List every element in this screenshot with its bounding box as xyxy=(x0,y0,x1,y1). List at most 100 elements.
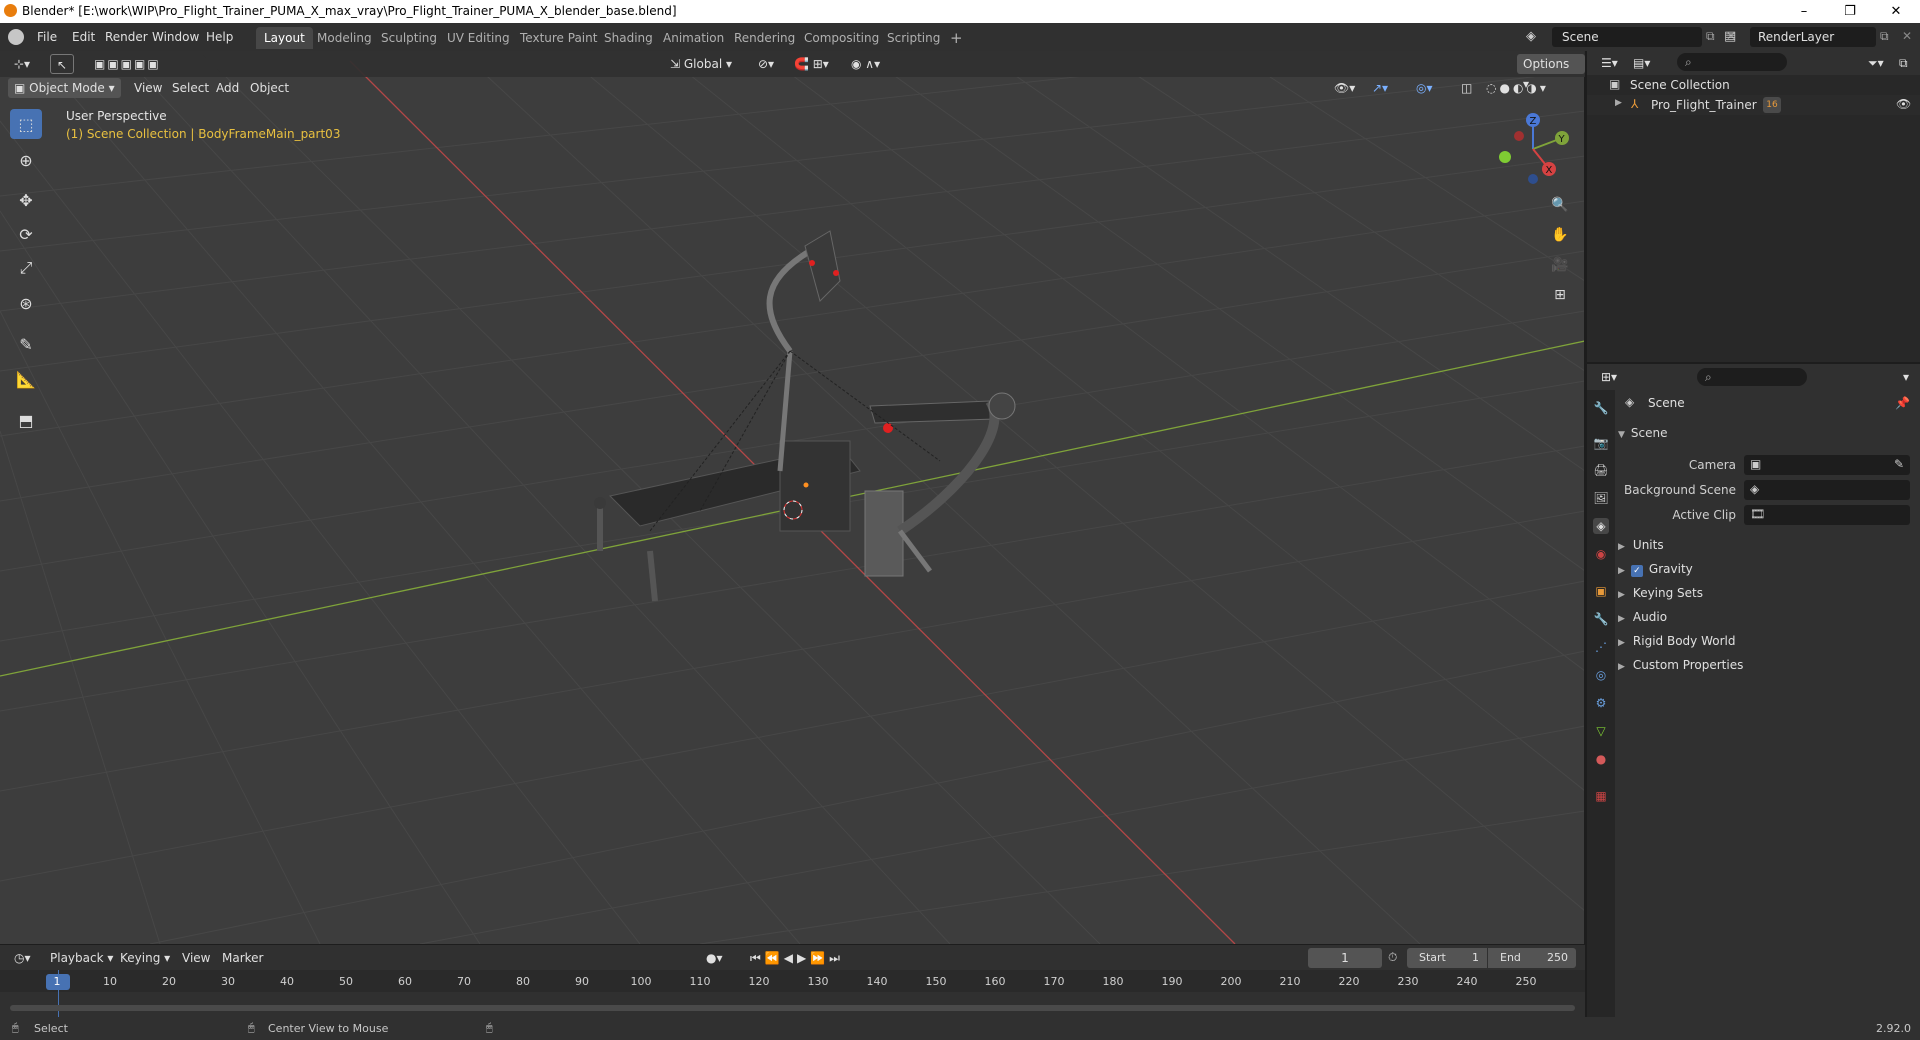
object-tab-icon[interactable]: ▣ xyxy=(1593,583,1609,599)
delete-layer-icon[interactable]: ✕ xyxy=(1902,29,1912,43)
new-collection-icon[interactable]: ⧉ xyxy=(1893,53,1914,73)
proportional-edit-icon[interactable]: ◉ ∧▾ xyxy=(845,54,886,74)
rigid-body-world-subpanel[interactable]: ▶ Rigid Body World xyxy=(1618,631,1735,651)
outliner-item-label[interactable]: Pro_Flight_Trainer xyxy=(1651,98,1757,112)
gravity-checkbox[interactable]: ✓ xyxy=(1630,565,1643,577)
outliner-search-input[interactable]: ⌕ xyxy=(1677,53,1787,71)
properties-options-icon[interactable]: ▾ xyxy=(1897,367,1915,387)
close-button[interactable]: ✕ xyxy=(1873,0,1919,23)
view-layer-icon[interactable]: ▤ xyxy=(1724,29,1736,44)
timeline-type-icon[interactable]: ◷▾ xyxy=(8,948,37,968)
outliner-row[interactable]: ▶ ⅄ Pro_Flight_Trainer 16 👁 xyxy=(1587,95,1920,115)
tab-scripting[interactable]: Scripting xyxy=(879,27,948,49)
measure-icon[interactable]: 📐 xyxy=(10,364,42,394)
selection-modes-icon[interactable]: ▣▣▣▣▣ xyxy=(88,54,167,74)
navigation-gizmo[interactable]: Z Y X xyxy=(1495,111,1575,191)
start-frame-field[interactable]: Start 1 xyxy=(1407,948,1487,968)
playback-menu[interactable]: Playback ▾ xyxy=(44,948,119,968)
tab-texture-paint[interactable]: Texture Paint xyxy=(512,27,605,49)
new-scene-icon[interactable]: ⧉ xyxy=(1706,29,1715,44)
overlay-toggle-icon[interactable]: ◎▾ xyxy=(1410,78,1439,98)
render-tab-icon[interactable]: 📷 xyxy=(1593,435,1609,451)
timeline-scrollbar[interactable] xyxy=(10,1005,1575,1011)
minimize-button[interactable]: – xyxy=(1781,0,1827,23)
scale-icon[interactable]: ⤢ xyxy=(10,253,42,283)
active-clip-field[interactable]: 🎞 xyxy=(1744,505,1910,525)
keying-sets-subpanel[interactable]: ▶ Keying Sets xyxy=(1618,583,1703,603)
current-frame-field[interactable]: 1 xyxy=(1308,948,1382,968)
tab-sculpting[interactable]: Sculpting xyxy=(373,27,445,49)
tab-animation[interactable]: Animation xyxy=(655,27,732,49)
background-scene-field[interactable]: ◈ xyxy=(1744,480,1910,500)
timeline-view-menu[interactable]: View xyxy=(176,948,216,968)
move-icon[interactable]: ✥ xyxy=(10,185,42,215)
3d-viewport[interactable]: User Perspective (1) Scene Collection | … xyxy=(0,51,1585,944)
scene-tab-icon[interactable]: ◈ xyxy=(1593,518,1609,534)
audio-subpanel[interactable]: ▶ Audio xyxy=(1618,607,1667,627)
menu-object[interactable]: Object xyxy=(244,78,295,98)
expand-arrow-icon[interactable]: ▶ xyxy=(1615,98,1622,108)
new-layer-icon[interactable]: ⧉ xyxy=(1880,29,1889,44)
tab-rendering[interactable]: Rendering xyxy=(726,27,803,49)
keying-menu[interactable]: Keying ▾ xyxy=(114,948,176,968)
tool-tab-icon[interactable]: 🔧 xyxy=(1593,400,1609,416)
menu-select[interactable]: Select xyxy=(166,78,215,98)
tab-uv-editing[interactable]: UV Editing xyxy=(439,27,518,49)
playback-controls-icon[interactable]: ⏮⏪◀▶⏩⏭ xyxy=(744,948,850,968)
editor-type-icon[interactable]: ⊹▾ xyxy=(8,54,36,74)
texture-tab-icon[interactable]: ▦ xyxy=(1593,788,1609,804)
camera-field[interactable]: ▣ ✎ xyxy=(1744,455,1910,475)
pivot-icon[interactable]: ⊘▾ xyxy=(752,54,780,74)
menu-edit[interactable]: Edit xyxy=(66,27,101,47)
grid-view-icon[interactable]: ⊞ xyxy=(1548,283,1572,307)
tab-modeling[interactable]: Modeling xyxy=(309,27,380,49)
outliner-type-icon[interactable]: ☰▾ xyxy=(1595,53,1624,73)
properties-search-input[interactable]: ⌕ xyxy=(1697,368,1807,386)
transform-orientation-dropdown[interactable]: ⇲ Global ▾ xyxy=(664,54,738,74)
tab-layout[interactable]: Layout xyxy=(256,27,313,49)
gizmo-toggle-icon[interactable]: ↗▾ xyxy=(1366,78,1394,98)
marker-menu[interactable]: Marker xyxy=(216,948,269,968)
cursor-icon[interactable]: ⊕ xyxy=(10,145,42,175)
add-workspace-button[interactable]: + xyxy=(942,27,971,49)
physics-tab-icon[interactable]: ◎ xyxy=(1593,667,1609,683)
zoom-icon[interactable]: 🔍 xyxy=(1548,193,1572,217)
pin-icon[interactable]: 📌 xyxy=(1895,396,1910,410)
eyedropper-icon[interactable]: ✎ xyxy=(1894,457,1904,471)
material-tab-icon[interactable]: ● xyxy=(1593,751,1609,767)
world-tab-icon[interactable]: ◉ xyxy=(1593,546,1609,562)
options-button[interactable]: Options ▾ xyxy=(1517,54,1585,91)
stopwatch-icon[interactable]: ⏱ xyxy=(1388,950,1397,965)
shading-modes-icon[interactable]: ◌●◐◑▾ xyxy=(1480,78,1555,98)
renderlayer-field[interactable]: RenderLayer xyxy=(1750,27,1876,47)
output-tab-icon[interactable]: 🖨 xyxy=(1593,462,1609,478)
units-subpanel[interactable]: ▶ Units xyxy=(1618,535,1664,555)
view-layer-tab-icon[interactable]: 🖼 xyxy=(1593,490,1609,506)
menu-window[interactable]: Window xyxy=(146,27,205,47)
annotate-icon[interactable]: ✎ xyxy=(10,329,42,359)
menu-help[interactable]: Help xyxy=(200,27,239,47)
select-mode-icon[interactable]: ↖ xyxy=(50,54,75,74)
auto-keying-icon[interactable]: ●▾ xyxy=(700,948,729,968)
particles-tab-icon[interactable]: ⋰ xyxy=(1593,639,1609,655)
menu-add[interactable]: Add xyxy=(210,78,245,98)
maximize-button[interactable]: ❐ xyxy=(1827,0,1873,23)
visibility-icon[interactable]: 👁▾ xyxy=(1328,78,1361,98)
custom-properties-subpanel[interactable]: ▶ Custom Properties xyxy=(1618,655,1743,675)
filter-icon[interactable]: ⏷▾ xyxy=(1862,53,1890,73)
constraints-tab-icon[interactable]: ⚙ xyxy=(1593,695,1609,711)
modifier-tab-icon[interactable]: 🔧 xyxy=(1593,611,1609,627)
scene-selector-icon[interactable]: ◈ xyxy=(1526,29,1536,44)
select-box-icon[interactable]: ⬚ xyxy=(10,109,42,139)
object-mode-dropdown[interactable]: ▣ Object Mode ▾ xyxy=(8,78,121,98)
scene-panel-header[interactable]: ▼ Scene xyxy=(1618,426,1914,446)
visibility-eye-icon[interactable]: 👁 xyxy=(1896,97,1911,111)
properties-type-icon[interactable]: ⊞▾ xyxy=(1595,367,1623,387)
gravity-subpanel[interactable]: ▶ ✓ Gravity xyxy=(1618,559,1693,579)
end-frame-field[interactable]: End 250 xyxy=(1488,948,1576,968)
outliner-scene-collection[interactable]: Scene Collection xyxy=(1630,78,1730,92)
blender-menu-icon[interactable] xyxy=(8,29,24,45)
tab-compositing[interactable]: Compositing xyxy=(796,27,887,49)
rotate-icon[interactable]: ⟳ xyxy=(10,219,42,249)
xray-icon[interactable]: ◫ xyxy=(1455,78,1478,98)
